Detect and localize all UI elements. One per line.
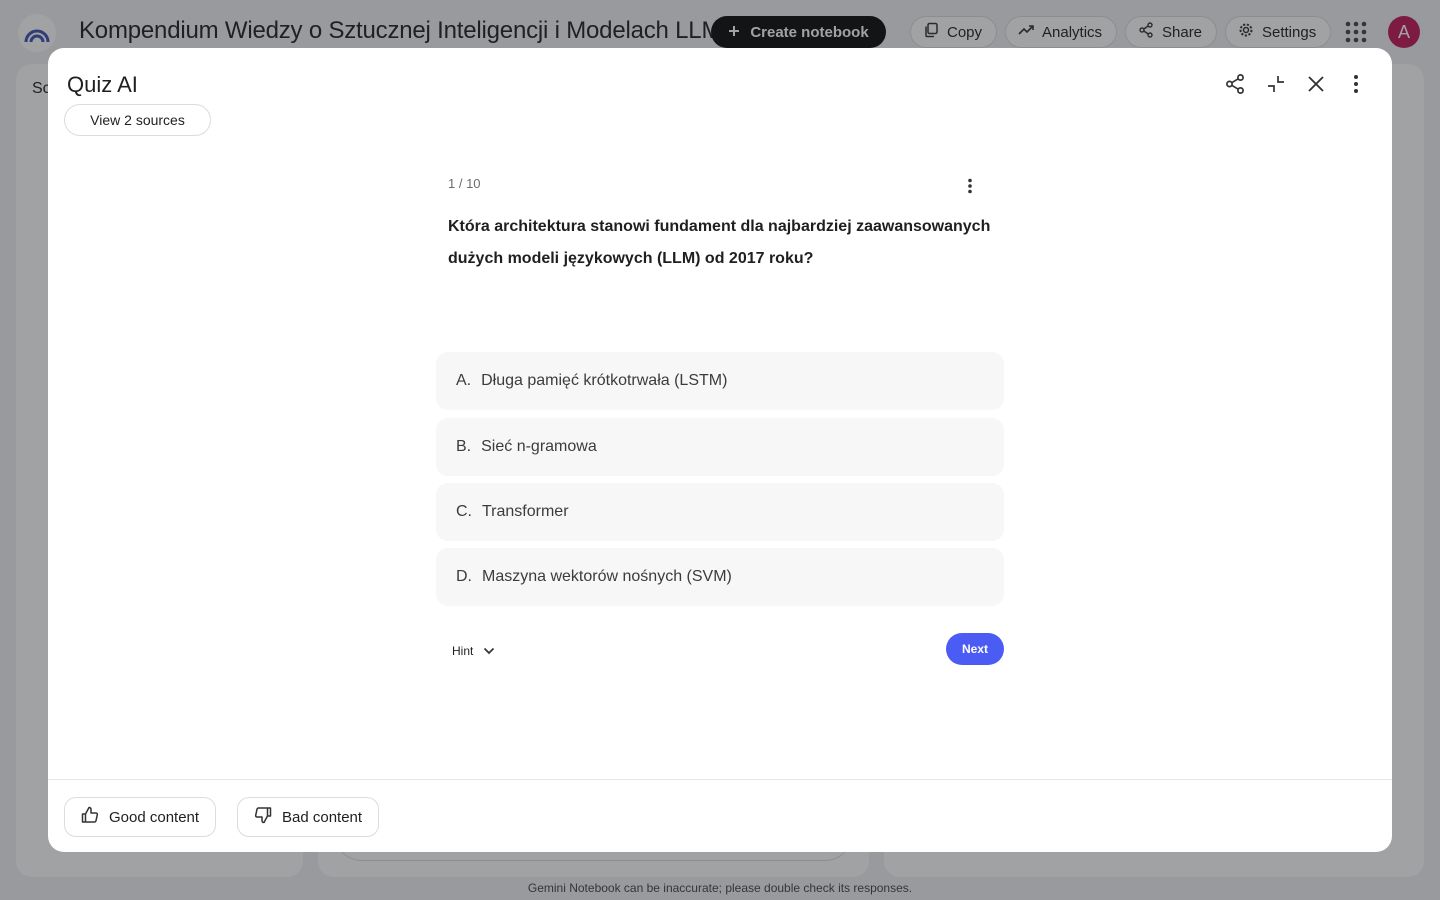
option-letter: A.	[456, 372, 472, 389]
option-text: Długa pamięć krótkotrwała (LSTM)	[481, 372, 728, 389]
quiz-modal: Quiz AI View 2 sources 1 / 10 Która arch…	[48, 48, 1392, 852]
option-letter: C.	[456, 503, 472, 520]
modal-title: Quiz AI	[67, 72, 138, 97]
option-text: Transformer	[482, 503, 569, 520]
answer-option-a[interactable]: A. Długa pamięć krótkotrwała (LSTM)	[436, 352, 1004, 410]
next-button[interactable]: Next	[946, 633, 1004, 665]
close-icon[interactable]	[1302, 70, 1330, 98]
good-content-label: Good content	[109, 808, 200, 826]
option-text: Maszyna wektorów nośnych (SVM)	[482, 568, 732, 585]
chevron-down-icon	[483, 644, 495, 658]
question-more-icon[interactable]	[958, 174, 982, 198]
option-letter: B.	[456, 438, 472, 455]
thumbs-down-icon	[254, 806, 272, 828]
collapse-icon[interactable]	[1262, 70, 1290, 98]
hint-label: Hint	[452, 644, 474, 658]
answer-option-b[interactable]: B. Sieć n-gramowa	[436, 418, 1004, 476]
bad-content-label: Bad content	[282, 808, 363, 826]
good-content-button[interactable]: Good content	[64, 797, 217, 837]
bad-content-button[interactable]: Bad content	[237, 797, 380, 837]
answer-option-c[interactable]: C. Transformer	[436, 483, 1004, 541]
view-sources-button[interactable]: View 2 sources	[64, 104, 211, 136]
question-counter: 1 / 10	[448, 176, 481, 191]
option-letter: D.	[456, 568, 472, 585]
share-icon[interactable]	[1221, 70, 1249, 98]
feedback-bar: Good content Bad content	[48, 779, 1392, 852]
question-text: Która architektura stanowi fundament dla…	[448, 218, 991, 267]
thumbs-up-icon	[81, 806, 99, 828]
option-text: Sieć n-gramowa	[481, 438, 597, 455]
hint-toggle[interactable]: Hint	[452, 639, 495, 663]
more-vert-icon[interactable]	[1342, 70, 1370, 98]
answer-option-d[interactable]: D. Maszyna wektorów nośnych (SVM)	[436, 548, 1004, 606]
